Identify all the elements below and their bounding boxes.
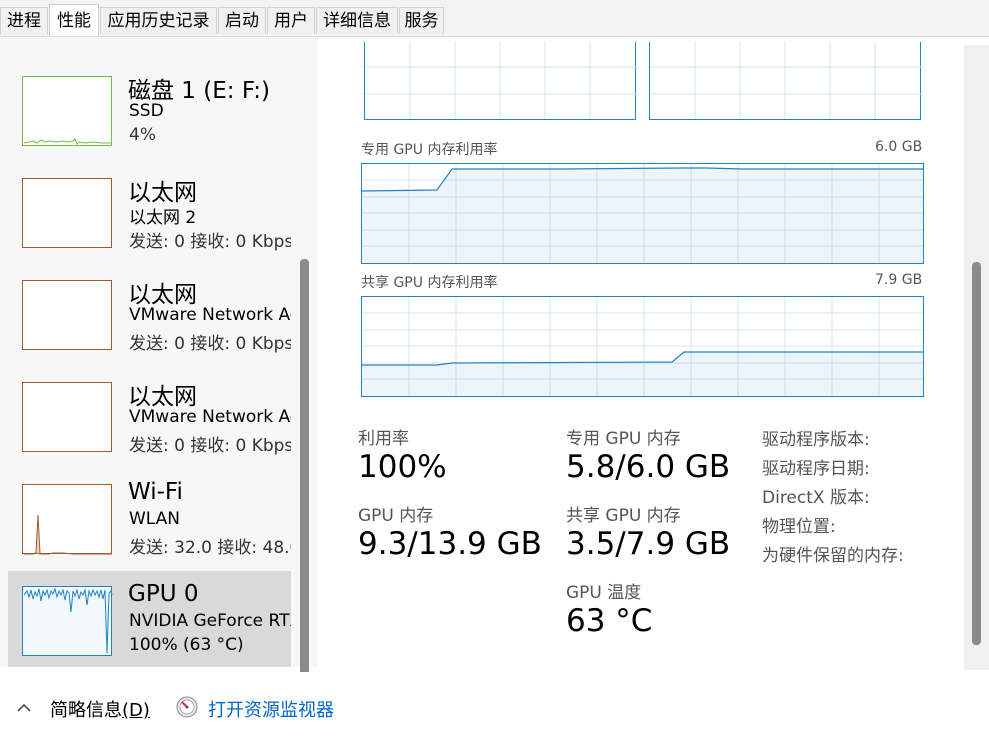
engine-graph-right bbox=[649, 42, 922, 120]
footer-bar: 简略信息(D) 打开资源监视器 bbox=[0, 672, 989, 744]
fewer-details-label: 简略信息 bbox=[50, 700, 122, 721]
fewer-details-button[interactable]: 简略信息(D) bbox=[50, 696, 150, 722]
tab-performance[interactable]: 性能 bbox=[49, 4, 99, 36]
shared-memory-value: 3.5/7.9 GB bbox=[566, 526, 731, 562]
wifi-thumbnail-graph bbox=[22, 484, 112, 555]
sidebar-item-subtitle: WLAN bbox=[129, 509, 181, 529]
physical-location-label: 物理位置: bbox=[762, 517, 836, 537]
sidebar-item-subtitle: VMware Network Adapter bbox=[129, 407, 291, 427]
tab-bar: 进程 性能 应用历史记录 启动 用户 详细信息 服务 bbox=[0, 0, 989, 37]
engine-graph-left bbox=[364, 42, 637, 120]
sidebar-item-subtitle: NVIDIA GeForce RTX bbox=[129, 611, 291, 631]
sidebar-item-title: GPU 0 bbox=[128, 581, 199, 607]
utilization-value: 100% bbox=[358, 449, 447, 485]
resource-list-panel: 磁盘 1 (E: F:) SSD 4% 以太网 以太网 2 发送: 0 接收: … bbox=[0, 37, 318, 683]
dedicated-memory-label: 专用 GPU 内存 bbox=[566, 429, 681, 449]
gpu-thumbnail-graph bbox=[22, 586, 113, 656]
dedicated-memory-graph-max: 6.0 GB bbox=[875, 139, 923, 155]
sidebar-item-stat: 4% bbox=[129, 125, 156, 145]
tab-services[interactable]: 服务 bbox=[399, 7, 444, 34]
sidebar-item-subtitle: 以太网 2 bbox=[129, 208, 197, 228]
tab-users[interactable]: 用户 bbox=[267, 7, 315, 34]
sidebar-item-title: Wi-Fi bbox=[128, 479, 183, 505]
sidebar-item-stat: 发送: 0 接收: 0 Kbps bbox=[129, 334, 291, 354]
sidebar-item-title: 以太网 bbox=[128, 282, 197, 308]
gpu-temperature-label: GPU 温度 bbox=[566, 583, 642, 603]
shared-memory-graph-max: 7.9 GB bbox=[875, 272, 923, 288]
shared-memory-graph bbox=[361, 296, 924, 397]
tab-details[interactable]: 详细信息 bbox=[316, 7, 398, 34]
sidebar-item-subtitle: SSD bbox=[129, 101, 164, 121]
detail-scrollbar-thumb[interactable] bbox=[972, 262, 981, 645]
gpu-temperature-value: 63 °C bbox=[566, 603, 653, 639]
sidebar-item-stat: 发送: 0 接收: 0 Kbps bbox=[129, 232, 291, 252]
sidebar-item-stat: 发送: 32.0 接收: 48.0 bbox=[129, 538, 291, 558]
sidebar-item-stat: 发送: 0 接收: 0 Kbps bbox=[129, 436, 291, 456]
dedicated-memory-graph bbox=[361, 163, 924, 264]
gpu-memory-value: 9.3/13.9 GB bbox=[358, 526, 542, 562]
sidebar-item-title: 磁盘 1 (E: F:) bbox=[128, 78, 270, 104]
disk-thumbnail-graph bbox=[22, 76, 112, 146]
sidebar-item-title: 以太网 bbox=[128, 180, 197, 206]
sidebar-item-ethernet-2[interactable]: 以太网 VMware Network Adapter 发送: 0 接收: 0 K… bbox=[8, 275, 291, 375]
directx-version-label: DirectX 版本: bbox=[762, 488, 870, 508]
tab-app-history[interactable]: 应用历史记录 bbox=[100, 7, 217, 34]
open-resource-monitor-link[interactable]: 打开资源监视器 bbox=[208, 696, 334, 722]
sidebar-item-gpu[interactable]: GPU 0 NVIDIA GeForce RTX 100% (63 °C) bbox=[8, 571, 291, 667]
sidebar-item-ethernet-3[interactable]: 以太网 VMware Network Adapter 发送: 0 接收: 0 K… bbox=[8, 377, 291, 477]
dedicated-memory-graph-label: 专用 GPU 内存利用率 bbox=[361, 142, 498, 158]
shared-memory-label: 共享 GPU 内存 bbox=[566, 506, 681, 526]
sidebar-item-subtitle: VMware Network Adapter bbox=[129, 305, 291, 325]
chevron-up-icon[interactable] bbox=[17, 698, 31, 717]
driver-version-label: 驱动程序版本: bbox=[762, 430, 870, 450]
sidebar-item-wifi[interactable]: Wi-Fi WLAN 发送: 32.0 接收: 48.0 bbox=[8, 479, 291, 579]
dedicated-memory-value: 5.8/6.0 GB bbox=[566, 449, 731, 485]
sidebar-scrollbar-thumb[interactable] bbox=[300, 259, 309, 683]
sidebar-item-stat: 100% (63 °C) bbox=[129, 635, 244, 655]
driver-date-label: 驱动程序日期: bbox=[762, 459, 870, 479]
utilization-label: 利用率 bbox=[358, 429, 409, 449]
hardware-reserved-memory-label: 为硬件保留的内存: bbox=[762, 546, 904, 566]
resource-monitor-icon[interactable] bbox=[176, 696, 198, 718]
ethernet-thumbnail-graph bbox=[22, 280, 112, 350]
gpu-detail-panel: 专用 GPU 内存利用率 6.0 GB 共享 GPU 内存利用率 7.9 GB bbox=[318, 37, 964, 667]
gpu-memory-label: GPU 内存 bbox=[358, 506, 434, 526]
shared-memory-graph-label: 共享 GPU 内存利用率 bbox=[361, 275, 498, 291]
fewer-details-accelerator: (D) bbox=[122, 700, 150, 721]
ethernet-thumbnail-graph bbox=[22, 382, 112, 452]
ethernet-thumbnail-graph bbox=[22, 178, 112, 248]
sidebar-item-title: 以太网 bbox=[128, 384, 197, 410]
tab-processes[interactable]: 进程 bbox=[0, 7, 48, 34]
sidebar-item-disk[interactable]: 磁盘 1 (E: F:) SSD 4% bbox=[8, 71, 291, 171]
sidebar-item-ethernet-1[interactable]: 以太网 以太网 2 发送: 0 接收: 0 Kbps bbox=[8, 173, 291, 273]
tab-startup[interactable]: 启动 bbox=[218, 7, 266, 34]
